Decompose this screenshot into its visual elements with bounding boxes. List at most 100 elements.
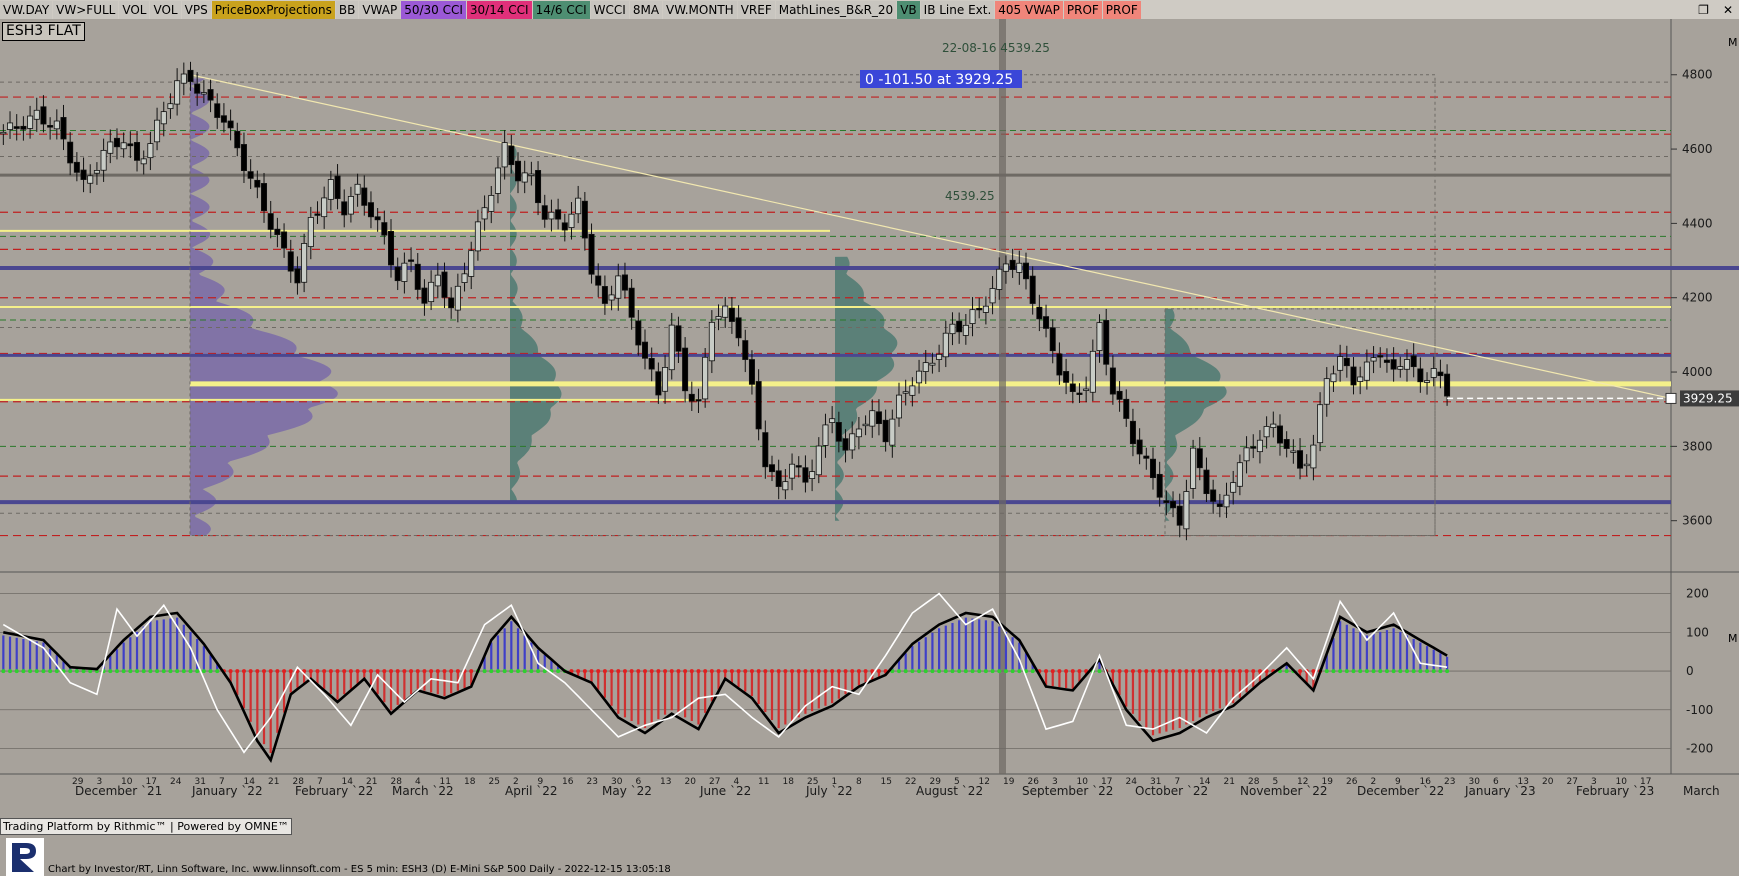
- candle: [1016, 262, 1023, 273]
- candle: [702, 356, 709, 400]
- candle: [127, 143, 134, 147]
- candle: [1083, 388, 1090, 391]
- toolbar-item[interactable]: MathLines_B&R_20: [775, 0, 897, 19]
- candle: [154, 119, 161, 143]
- toolbar-item[interactable]: VOL: [119, 0, 150, 19]
- cci-zero-dot: [749, 669, 754, 674]
- candle: [1216, 503, 1223, 507]
- candle: [1190, 447, 1197, 489]
- candle: [728, 307, 735, 322]
- toolbar-item[interactable]: VW>FULL: [53, 0, 119, 19]
- candle: [1363, 361, 1370, 381]
- cci-zero-dot: [556, 669, 561, 674]
- month-label: September `22: [1022, 784, 1113, 798]
- toolbar-item[interactable]: 50/30 CCI: [401, 0, 466, 19]
- cci-zero-dot: [723, 669, 728, 674]
- toolbar-item[interactable]: VWAP: [359, 0, 401, 19]
- cci-zero-dot: [1044, 669, 1049, 674]
- candle: [281, 231, 288, 249]
- cci-zero-dot: [248, 669, 253, 674]
- toolbar-item[interactable]: VREF: [737, 0, 775, 19]
- cci-zero-dot: [395, 669, 400, 674]
- candle: [120, 142, 127, 150]
- candle: [374, 216, 381, 221]
- toolbar-item[interactable]: 8MA: [629, 0, 663, 19]
- candle: [140, 158, 147, 165]
- candle: [1176, 505, 1183, 526]
- cci-zero-dot: [429, 669, 434, 674]
- cci-zero-dot: [529, 669, 534, 674]
- toolbar-item[interactable]: VPS: [181, 0, 211, 19]
- cci-zero-dot: [856, 669, 861, 674]
- toolbar-item[interactable]: 14/6 CCI: [532, 0, 590, 19]
- cci-zero-dot: [54, 669, 59, 674]
- candle: [982, 305, 989, 313]
- cci-zero-dot: [663, 669, 668, 674]
- toolbar-item[interactable]: PriceBoxProjections: [211, 0, 335, 19]
- cci-zero-dot: [863, 669, 868, 674]
- toolbar-item[interactable]: PROF: [1102, 0, 1141, 19]
- candle: [1136, 439, 1143, 455]
- candle: [501, 142, 508, 168]
- cci-zero-dot: [1150, 669, 1155, 674]
- cci-zero-dot: [1338, 669, 1343, 674]
- cci-zero-dot: [1050, 669, 1055, 674]
- candle: [160, 111, 167, 125]
- toolbar-item[interactable]: VOL: [150, 0, 181, 19]
- candle: [1056, 353, 1063, 376]
- candle: [434, 274, 441, 287]
- cci-zero-dot: [1077, 669, 1082, 674]
- month-label: July `22: [805, 784, 853, 798]
- cci-zero-dot: [402, 669, 407, 674]
- day-tick-label: 21: [1224, 777, 1235, 787]
- candle: [174, 80, 181, 105]
- candle: [1270, 423, 1277, 429]
- toolbar-item[interactable]: VW.DAY: [0, 0, 53, 19]
- cci-zero-dot: [1144, 669, 1149, 674]
- cci-zero-dot: [108, 669, 113, 674]
- cci-zero-dot: [1445, 669, 1450, 674]
- candle: [1283, 439, 1290, 449]
- candle: [307, 217, 314, 247]
- candle: [635, 320, 642, 346]
- cci-zero-dot: [616, 669, 621, 674]
- toolbar-item[interactable]: WCCI: [590, 0, 629, 19]
- cci-zero-dot: [215, 669, 220, 674]
- cci-zero-dot: [155, 669, 160, 674]
- candle: [722, 305, 729, 318]
- cci-zero-dot: [355, 669, 360, 674]
- candle: [1002, 263, 1009, 272]
- cci-zero-dot: [235, 669, 240, 674]
- day-tick-label: 11: [758, 777, 769, 787]
- candle: [1029, 275, 1036, 304]
- toolbar-item[interactable]: VW.MONTH: [663, 0, 737, 19]
- candle: [769, 464, 776, 473]
- candle: [1203, 469, 1210, 495]
- cci-zero-dot: [602, 669, 607, 674]
- candle: [1350, 366, 1357, 386]
- toolbar-item[interactable]: VB: [897, 0, 920, 19]
- toolbar-item[interactable]: PROF: [1063, 0, 1102, 19]
- toolbar-item[interactable]: BB: [335, 0, 359, 19]
- cci-zero-dot: [382, 669, 387, 674]
- day-tick-label: 8: [856, 777, 862, 787]
- candle: [1303, 463, 1310, 467]
- candle: [481, 207, 488, 220]
- candle: [601, 286, 608, 304]
- restore-icon[interactable]: ❐: [1698, 3, 1709, 17]
- candle: [1043, 316, 1050, 329]
- cci-zero-dot: [576, 669, 581, 674]
- cci-zero-dot: [696, 669, 701, 674]
- cci-zero-dot: [1418, 669, 1423, 674]
- cci-zero-dot: [1197, 669, 1202, 674]
- candle: [421, 287, 428, 304]
- candle: [621, 274, 628, 291]
- close-icon[interactable]: ✕: [1723, 3, 1733, 17]
- toolbar-item[interactable]: IB Line Ext.: [920, 0, 995, 19]
- toolbar-item[interactable]: 405 VWAP: [995, 0, 1063, 19]
- cci-zero-dot: [255, 669, 260, 674]
- toolbar-item[interactable]: 30/14 CCI: [466, 0, 532, 19]
- cci-zero-dot: [342, 669, 347, 674]
- cci-zero-dot: [1217, 669, 1222, 674]
- cci-zero-dot: [1030, 669, 1035, 674]
